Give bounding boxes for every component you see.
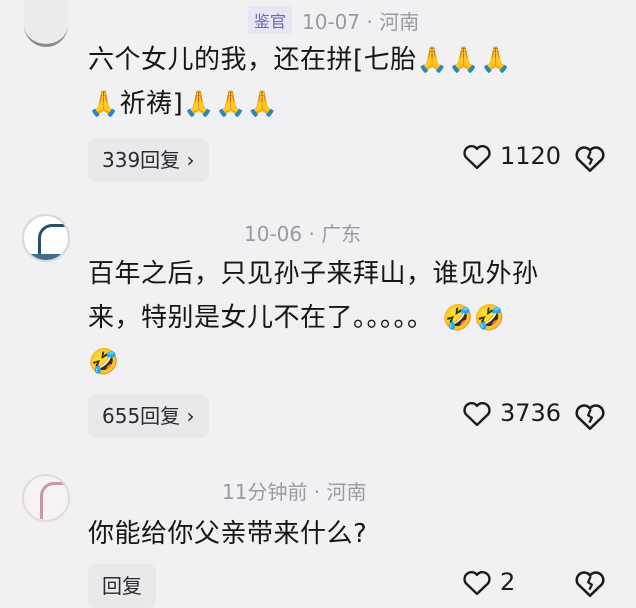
reply-count-label: 655回复 — [102, 404, 181, 428]
view-replies-button[interactable]: 655回复 › — [88, 394, 209, 438]
broken-heart-icon — [575, 404, 605, 430]
comment-date-location: 10-06 · 广东 — [244, 222, 362, 246]
pray-emoji: 🙏 — [214, 89, 247, 118]
like-count: 1120 — [500, 142, 562, 170]
avatar[interactable] — [22, 474, 70, 522]
comment-text-line: 来，特别是女儿不在了。。。。。 — [88, 303, 434, 333]
laughing-emoji: 🤣 — [88, 347, 120, 376]
reply-count-label: 339回复 — [102, 148, 181, 172]
comment-text: 你能给你父亲带来什么? — [88, 512, 618, 556]
comment-text-line: 六个女儿的我，还在拼[七胎 — [88, 45, 417, 75]
view-replies-button[interactable]: 回复 — [88, 564, 156, 608]
dislike-button[interactable] — [574, 401, 606, 435]
pray-emoji: 🙏 — [479, 45, 512, 74]
comment-text-line: 百年之后，只见孙子来拜山，谁见外孙 — [88, 259, 539, 289]
like-count: 2 — [500, 568, 516, 596]
heart-outline-icon — [463, 570, 491, 596]
avatar[interactable] — [24, 0, 68, 47]
comment-text: 百年之后，只见孙子来拜山，谁见外孙 来，特别是女儿不在了。。。。。 🤣🤣 🤣 — [88, 252, 618, 384]
broken-heart-icon — [575, 571, 605, 597]
pray-emoji: 🙏 — [416, 45, 449, 74]
reply-label: 回复 — [102, 574, 142, 598]
like-button[interactable]: 1120 — [462, 142, 561, 170]
comment-text-line: 你能给你父亲带来什么? — [88, 519, 368, 549]
chevron-right-icon: › — [186, 404, 195, 428]
laughing-emoji: 🤣 — [442, 303, 474, 332]
heart-outline-icon — [463, 401, 491, 427]
heart-outline-icon — [463, 144, 491, 170]
broken-heart-icon — [575, 146, 605, 172]
view-replies-button[interactable]: 339回复 › — [88, 138, 209, 182]
laughing-emoji: 🤣 — [473, 303, 506, 332]
comment-date-location: 10-07 · 河南 — [302, 10, 420, 34]
pray-emoji: 🙏 — [448, 45, 480, 74]
like-count: 3736 — [500, 399, 562, 427]
avatar[interactable] — [22, 214, 70, 262]
pray-emoji: 🙏 — [183, 89, 215, 118]
comment-text-line: 祈祷] — [119, 89, 184, 119]
dislike-button[interactable] — [574, 568, 606, 602]
dislike-button[interactable] — [574, 143, 606, 177]
comment-text: 六个女儿的我，还在拼[七胎🙏🙏🙏 🙏祈祷]🙏🙏🙏 — [88, 38, 618, 126]
comment-meta: 鉴官 10-07 · 河南 — [248, 6, 419, 35]
chevron-right-icon: › — [186, 148, 195, 172]
user-badge: 鉴官 — [248, 6, 293, 34]
pray-emoji: 🙏 — [88, 89, 120, 118]
comment-date-location: 11分钟前 · 河南 — [222, 480, 367, 504]
like-button[interactable]: 2 — [462, 568, 515, 596]
pray-emoji: 🙏 — [246, 89, 279, 118]
like-button[interactable]: 3736 — [462, 399, 561, 427]
